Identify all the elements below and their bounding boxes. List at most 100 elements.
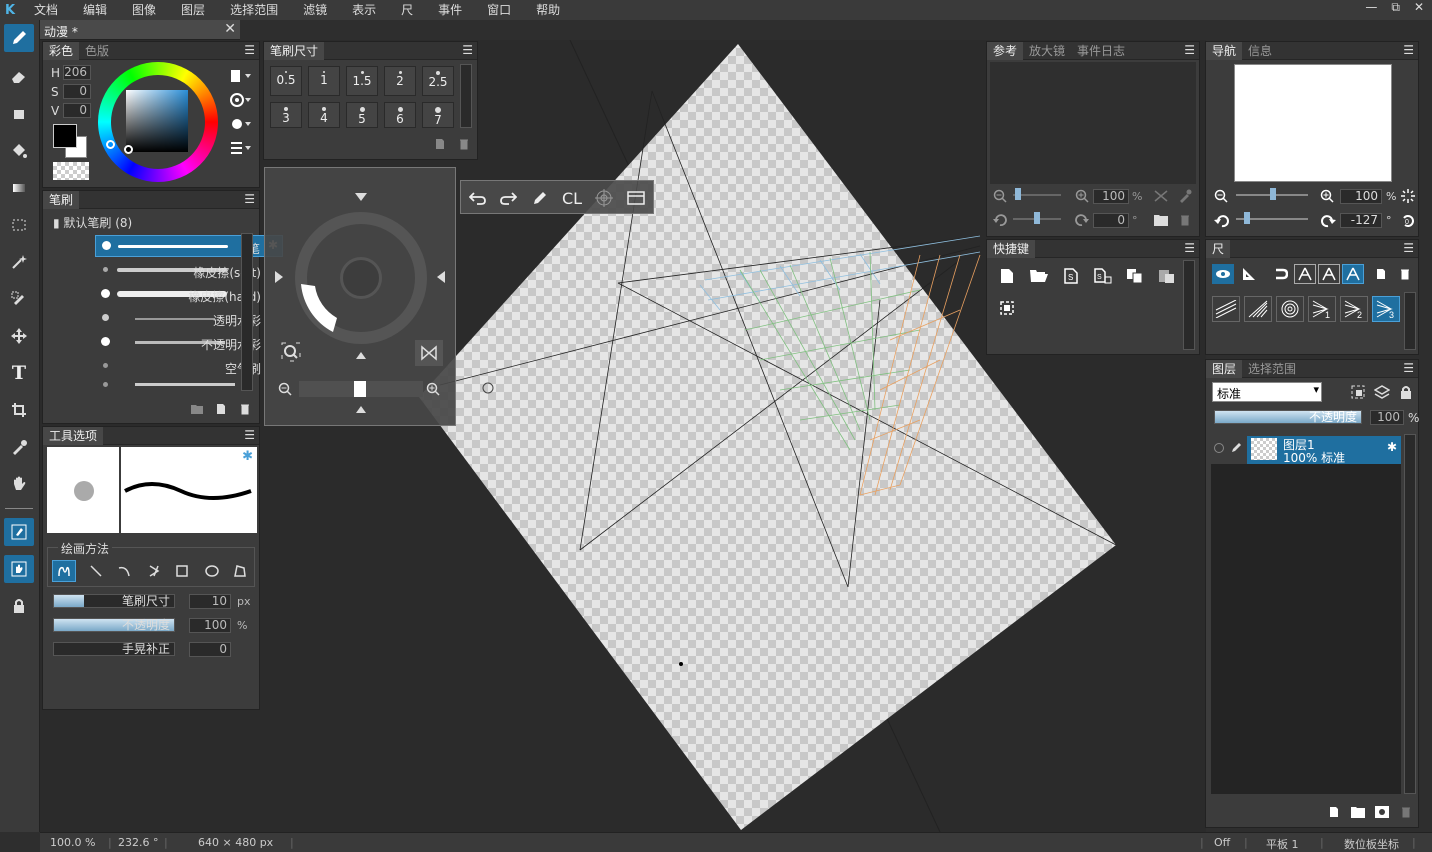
menu-edit[interactable]: 编辑 [69, 0, 118, 20]
radial-lines-icon[interactable] [1244, 296, 1272, 322]
pen-pressure-toggle-icon[interactable] [4, 518, 34, 546]
lock-icon[interactable] [4, 592, 34, 620]
zoom-out-icon[interactable] [277, 381, 293, 397]
delete-ruler-icon[interactable] [1396, 264, 1414, 284]
ref-rotate-left-icon[interactable] [993, 213, 1007, 227]
brush-item-opaque-watercolor[interactable]: 不透明水彩 [95, 332, 283, 354]
restore-button[interactable]: ⧉ [1391, 0, 1400, 15]
new-folder-icon[interactable] [189, 401, 205, 417]
ref-open-folder-icon[interactable] [1153, 213, 1169, 227]
panel-menu-icon[interactable]: ☰ [1184, 241, 1195, 255]
menu-file[interactable]: 文档 [20, 0, 69, 20]
panel-menu-icon[interactable]: ☰ [1403, 241, 1414, 255]
size-button-0-5[interactable]: 0.5 [270, 66, 302, 96]
rectangle-icon[interactable] [170, 560, 194, 582]
tab-selection[interactable]: 选择范围 [1242, 360, 1302, 378]
size-button-4[interactable]: 4 [308, 102, 340, 128]
layer-row[interactable]: 图层1 100% 标准 ✱ [1211, 434, 1401, 465]
eye-icon[interactable] [1214, 443, 1224, 453]
panel-menu-icon[interactable]: ☰ [244, 43, 255, 57]
eyedropper-icon[interactable] [4, 433, 34, 461]
panel-menu-icon[interactable]: ☰ [1184, 43, 1195, 57]
size-button-2[interactable]: 2 [384, 66, 416, 96]
size-button-6[interactable]: 6 [384, 102, 416, 128]
ruler-target-icon[interactable] [593, 188, 615, 208]
list-menu-icon[interactable] [228, 140, 254, 156]
flip-view-icon[interactable] [415, 340, 443, 366]
menu-view[interactable]: 表示 [338, 0, 387, 20]
brush-item-pen[interactable]: 笔 ✱ [95, 235, 283, 257]
paste-icon[interactable] [1157, 266, 1177, 286]
menu-layer[interactable]: 图层 [167, 0, 216, 20]
magic-wand-icon[interactable] [4, 248, 34, 276]
menu-event[interactable]: 事件 [424, 0, 473, 20]
nav-zoom-slider[interactable] [1236, 188, 1308, 200]
menu-select[interactable]: 选择范围 [216, 0, 289, 20]
size-button-3[interactable]: 3 [270, 102, 302, 128]
zoom-slider-handle[interactable] [354, 381, 366, 397]
layer-scrollbar[interactable] [1404, 434, 1416, 794]
open-document-icon[interactable] [1029, 266, 1049, 286]
hue-wheel[interactable] [98, 62, 218, 182]
move-tool-icon[interactable] [4, 322, 34, 350]
nav-rotate-left-icon[interactable] [1214, 213, 1230, 229]
select-all-icon[interactable] [997, 298, 1017, 318]
minimize-button[interactable]: — [1365, 0, 1377, 15]
gear-icon[interactable]: ✱ [242, 449, 253, 464]
size-button-7[interactable]: 7 [422, 102, 454, 128]
parallel-lines-icon[interactable] [1212, 296, 1240, 322]
s-input[interactable]: 0 [63, 84, 91, 99]
pen-tool-icon[interactable] [4, 24, 34, 52]
blend-mode-select[interactable]: 标准 ▾ [1212, 382, 1322, 402]
ruler-scrollbar[interactable] [1404, 292, 1416, 350]
fill-bucket-icon[interactable] [4, 137, 34, 165]
new-document-icon[interactable] [997, 266, 1017, 286]
panel-menu-icon[interactable]: ☰ [1403, 361, 1414, 375]
document-tab[interactable]: 动漫 * [44, 23, 78, 40]
brush-size-input[interactable]: 10 [189, 594, 231, 609]
hand-tool-icon[interactable] [4, 470, 34, 498]
gear-icon[interactable]: ✱ [1387, 440, 1397, 454]
ref-eyedropper-icon[interactable] [1177, 189, 1193, 203]
panel-menu-icon[interactable]: ☰ [244, 192, 255, 206]
undo-icon[interactable] [467, 188, 489, 208]
ref-zoom-in-icon[interactable] [1075, 189, 1089, 203]
close-tab-icon[interactable]: ✕ [224, 21, 236, 37]
brush-item-partial[interactable] [95, 379, 283, 389]
nav-rotate-input[interactable]: -127 [1340, 213, 1382, 228]
color-mode-icon[interactable] [228, 68, 254, 84]
scroll-left-icon[interactable] [271, 268, 287, 286]
perspective-1-icon[interactable] [1294, 264, 1316, 284]
ref-zoom-input[interactable]: 100 [1093, 189, 1129, 204]
brush-group[interactable]: ▮ 默认笔刷 (8) [53, 214, 132, 231]
nav-fit-icon[interactable] [1400, 188, 1416, 204]
pen-icon[interactable] [529, 188, 551, 208]
ellipse-icon[interactable] [200, 560, 224, 582]
save-as-icon[interactable]: S [1093, 266, 1113, 286]
vanishing-point-2-icon[interactable]: 2 [1340, 296, 1368, 322]
wheel-mode-icon[interactable] [228, 92, 254, 108]
scroll-right-icon[interactable] [433, 268, 449, 286]
panel-menu-icon[interactable]: ☰ [462, 43, 473, 57]
stabilizer-input[interactable]: 0 [189, 642, 231, 657]
half-circle-icon[interactable] [228, 116, 254, 132]
menu-filter[interactable]: 滤镜 [289, 0, 338, 20]
tab-layers[interactable]: 图层 [1206, 359, 1243, 378]
polyline-icon[interactable] [142, 560, 166, 582]
ref-fit-icon[interactable] [1153, 189, 1169, 203]
crop-tool-icon[interactable] [4, 396, 34, 424]
foreground-color-swatch[interactable] [53, 124, 77, 148]
ref-delete-icon[interactable] [1177, 213, 1193, 227]
new-brush-icon[interactable] [213, 401, 229, 417]
polygon-icon[interactable] [228, 560, 252, 582]
tab-info[interactable]: 信息 [1242, 42, 1278, 60]
show-ruler-eye-icon[interactable] [1212, 264, 1234, 284]
zoom-slider[interactable] [299, 381, 423, 397]
ref-zoom-slider[interactable] [1013, 188, 1061, 200]
nav-rotate-right-icon[interactable] [1320, 213, 1336, 229]
ref-rotate-slider[interactable] [1013, 212, 1061, 224]
opacity-slider[interactable]: 不透明度 [53, 618, 175, 632]
scroll-up-icon[interactable] [351, 188, 371, 206]
perspective-2-icon[interactable] [1318, 264, 1340, 284]
panel-menu-icon[interactable]: ☰ [1403, 43, 1414, 57]
